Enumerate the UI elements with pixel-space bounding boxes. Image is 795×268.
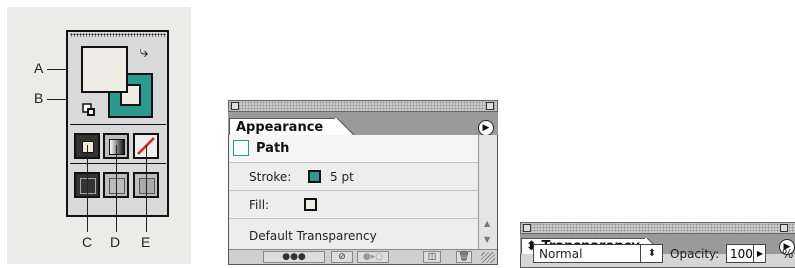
callout-a: A bbox=[34, 60, 44, 76]
percent-sign: % bbox=[782, 247, 794, 261]
toolbox-divider-2 bbox=[70, 163, 166, 164]
stroke-swatch[interactable] bbox=[308, 170, 321, 183]
default-fill-stroke-icon[interactable] bbox=[82, 103, 96, 117]
callout-d-line bbox=[116, 145, 117, 232]
tab-slant bbox=[335, 118, 355, 136]
appearance-row-object[interactable]: Path bbox=[229, 135, 478, 163]
callout-d: D bbox=[110, 234, 121, 250]
object-thumbnail bbox=[233, 140, 249, 156]
blend-mode-value: Normal bbox=[539, 247, 583, 261]
triangle-right-icon: ▶ bbox=[482, 123, 490, 133]
opacity-label: Opacity: bbox=[670, 247, 720, 261]
new-art-basic-appearance-icon[interactable]: ●●● bbox=[263, 251, 325, 263]
object-label: Path bbox=[256, 141, 290, 156]
fill-box[interactable] bbox=[81, 46, 128, 93]
scroll-up-arrow-icon[interactable]: ▲ bbox=[484, 219, 490, 228]
stroke-weight: 5 pt bbox=[330, 170, 354, 184]
opacity-value: 100 bbox=[730, 247, 753, 261]
tab-appearance[interactable]: Appearance bbox=[229, 118, 337, 136]
stroke-label: Stroke: bbox=[249, 170, 292, 184]
zoom-box-icon[interactable] bbox=[486, 102, 494, 110]
reduce-to-basic-appearance-icon[interactable]: ●▸○ bbox=[357, 251, 389, 263]
trash-icon[interactable]: 🗑 bbox=[456, 251, 472, 263]
callout-e-line bbox=[146, 145, 147, 232]
dropdown-arrows-icon: ⬍ bbox=[640, 245, 663, 262]
blend-mode-select[interactable]: Normal ⬍ bbox=[533, 244, 663, 263]
close-box-icon[interactable] bbox=[231, 102, 239, 110]
callout-c-line bbox=[87, 145, 88, 232]
appearance-row-transparency[interactable]: Default Transparency bbox=[229, 219, 478, 249]
fill-label: Fill: bbox=[249, 198, 270, 212]
transparency-zoom-box-icon[interactable] bbox=[780, 224, 788, 232]
opacity-slider-arrow-icon[interactable]: ▶ bbox=[753, 245, 766, 262]
clear-appearance-icon[interactable]: ⊘ bbox=[331, 251, 353, 263]
toolbox-grip bbox=[70, 33, 166, 37]
callout-e: E bbox=[141, 234, 151, 250]
opacity-field[interactable]: 100 ▶ bbox=[726, 244, 766, 263]
appearance-scrollbar[interactable]: ▲ ▼ bbox=[478, 135, 497, 249]
transparency-title-bar[interactable] bbox=[520, 222, 795, 234]
appearance-row-stroke[interactable]: Stroke: 5 pt bbox=[229, 163, 478, 191]
callout-c: C bbox=[82, 234, 93, 250]
duplicate-item-icon[interactable]: ◫ bbox=[423, 251, 441, 263]
swap-fill-stroke-icon[interactable]: ⤷ bbox=[134, 42, 154, 62]
scroll-down-arrow-icon[interactable]: ▼ bbox=[484, 235, 490, 244]
panel-menu-button[interactable]: ▶ bbox=[478, 120, 494, 136]
appearance-title-bar[interactable] bbox=[228, 100, 498, 112]
toolbox-divider bbox=[70, 124, 166, 125]
appearance-row-fill[interactable]: Fill: bbox=[229, 191, 478, 219]
default-transparency-label: Default Transparency bbox=[249, 229, 377, 243]
callout-b: B bbox=[34, 90, 44, 106]
resize-grip-icon[interactable] bbox=[481, 252, 495, 263]
transparency-close-box-icon[interactable] bbox=[523, 224, 531, 232]
fill-swatch[interactable] bbox=[304, 198, 317, 211]
